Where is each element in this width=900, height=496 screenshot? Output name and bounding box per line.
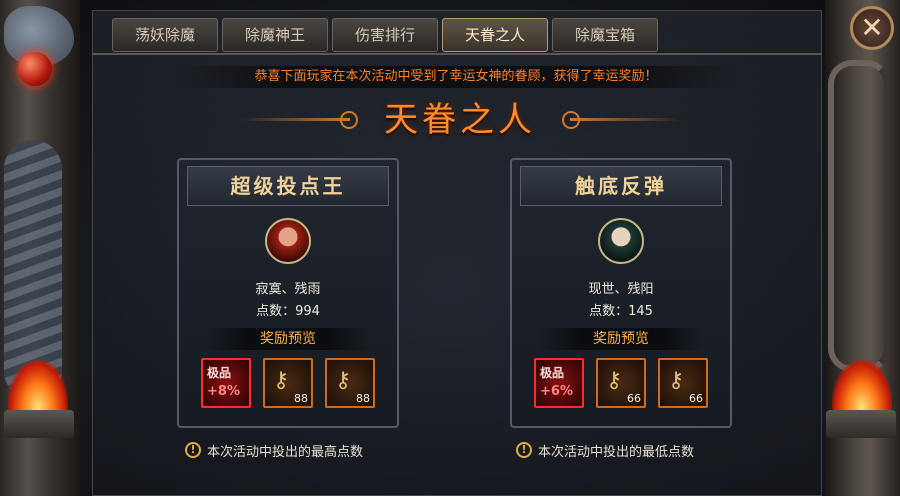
key-icon: ⚷	[668, 368, 685, 393]
key-icon: ⚷	[273, 368, 290, 393]
item-count: 66	[627, 392, 641, 405]
ornament-knot-icon	[340, 111, 358, 129]
item-count: 88	[356, 392, 370, 405]
quality-badge: 极品	[540, 366, 565, 380]
tab-treasure-chest[interactable]: 除魔宝箱	[552, 18, 658, 52]
reward-item-key[interactable]: ⚷ 88	[325, 358, 375, 408]
card-footnote-highest: ! 本次活动中投出的最高点数	[185, 440, 363, 460]
reward-item-boost[interactable]: 极品 +8%	[201, 358, 251, 408]
footnote-text: 本次活动中投出的最低点数	[538, 444, 695, 460]
exclamation-icon: !	[516, 442, 532, 458]
reward-preview-heading: 奖励预览	[538, 328, 704, 350]
page-title: 天眷之人	[384, 100, 536, 140]
notice-banner: 恭喜下面玩家在本次活动中受到了幸运女神的眷顾，获得了幸运奖励！	[172, 66, 740, 88]
tab-bar: 荡妖除魔 除魔神王 伤害排行 天眷之人 除魔宝箱	[112, 18, 658, 54]
item-count: 88	[294, 392, 308, 405]
item-count: 66	[689, 392, 703, 405]
avatar[interactable]	[265, 218, 311, 264]
player-name: 现世、残阳	[588, 282, 654, 297]
title-ornament-left	[240, 118, 350, 121]
tab-demon-king[interactable]: 除魔神王	[222, 18, 328, 52]
footnote-text: 本次活动中投出的最高点数	[207, 444, 364, 460]
tab-divider	[92, 53, 822, 55]
title-ornament-right	[570, 118, 680, 121]
close-icon: ✕	[860, 11, 884, 44]
award-card-lowest: 触底反弹 现世、残阳 点数：145 奖励预览 极品 +6% ⚷ 66 ⚷ 66	[510, 158, 732, 428]
tab-blessed-players[interactable]: 天眷之人	[442, 18, 548, 52]
card-heading: 超级投点王	[187, 166, 389, 206]
close-button[interactable]: ✕	[850, 6, 894, 50]
award-card-highest: 超级投点王 寂寞、残雨 点数：994 奖励预览 极品 +8% ⚷ 88 ⚷ 88	[177, 158, 399, 428]
reward-item-key[interactable]: ⚷ 88	[263, 358, 313, 408]
game-window: 荡妖除魔 除魔神王 伤害排行 天眷之人 除魔宝箱 ✕ 恭喜下面玩家在本次活动中受…	[0, 0, 900, 496]
key-icon: ⚷	[606, 368, 623, 393]
boost-percent: +6%	[540, 384, 573, 399]
key-icon: ⚷	[335, 368, 352, 393]
reward-preview-heading: 奖励预览	[205, 328, 371, 350]
tab-demon-slaying[interactable]: 荡妖除魔	[112, 18, 218, 52]
boost-percent: +8%	[207, 384, 240, 399]
fire-orb-icon	[18, 52, 52, 86]
card-heading: 触底反弹	[520, 166, 722, 206]
quality-badge: 极品	[207, 366, 232, 380]
player-score: 点数：145	[589, 304, 653, 319]
brazier	[4, 410, 74, 438]
player-score: 点数：994	[256, 304, 320, 319]
card-footnote-lowest: ! 本次活动中投出的最低点数	[516, 440, 694, 460]
brazier	[826, 410, 896, 438]
reward-item-key[interactable]: ⚷ 66	[658, 358, 708, 408]
player-name: 寂寞、残雨	[255, 282, 321, 297]
exclamation-icon: !	[185, 442, 201, 458]
title-header: 天眷之人	[240, 96, 680, 146]
reward-item-boost[interactable]: 极品 +6%	[534, 358, 584, 408]
reward-items: 极品 +8% ⚷ 88 ⚷ 88	[201, 358, 375, 408]
reward-items: 极品 +6% ⚷ 66 ⚷ 66	[534, 358, 708, 408]
tab-damage-ranking[interactable]: 伤害排行	[332, 18, 438, 52]
reward-item-key[interactable]: ⚷ 66	[596, 358, 646, 408]
pillar-ornament	[828, 60, 890, 372]
avatar[interactable]	[598, 218, 644, 264]
